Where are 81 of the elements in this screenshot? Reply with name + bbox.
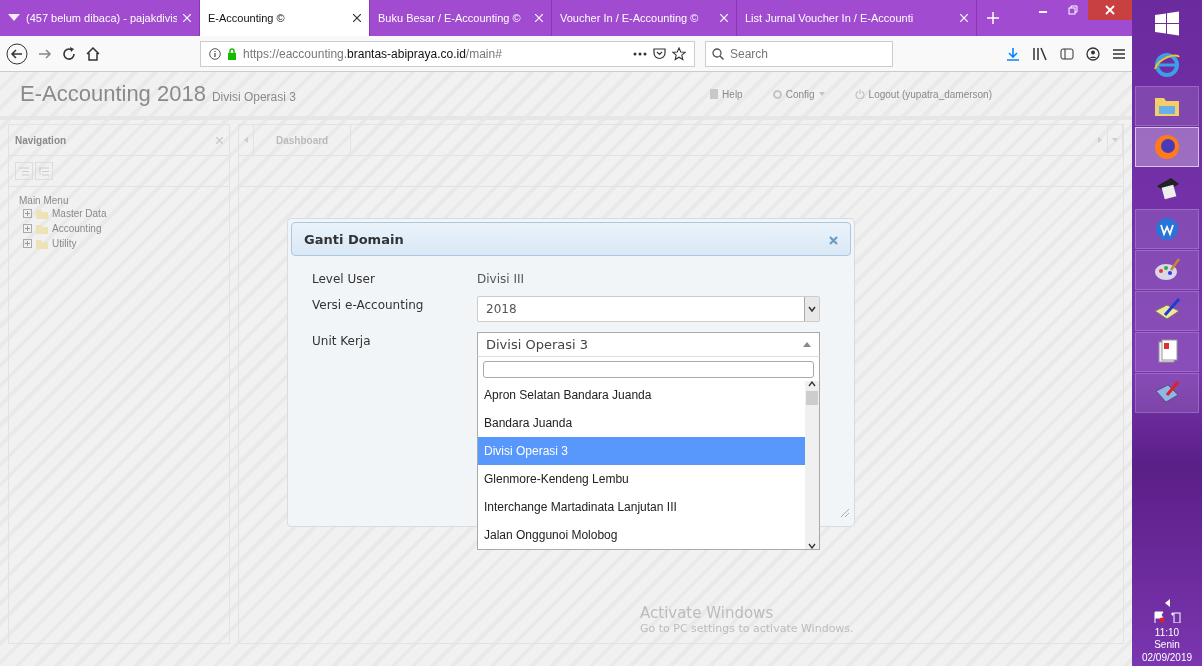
level-value: Divisi III (477, 271, 526, 286)
menu-icon[interactable] (1112, 47, 1126, 60)
restore-icon[interactable] (1068, 5, 1078, 15)
app-subtitle: Divisi Operasi 3 (211, 90, 296, 104)
gear-icon (772, 89, 782, 99)
header-menu-link[interactable]: Help (710, 88, 743, 100)
folder-icon (36, 223, 48, 234)
chevron-left-icon[interactable] (1164, 598, 1170, 607)
globe-icon[interactable] (1153, 133, 1181, 161)
e-letter-icon[interactable] (1153, 51, 1181, 79)
library-icon[interactable] (1032, 46, 1048, 61)
forward-icon[interactable] (38, 46, 52, 61)
home-icon[interactable] (86, 46, 100, 61)
field-label: Unit Kerja (312, 333, 372, 350)
plus-box-icon[interactable] (23, 209, 32, 218)
close-icon (720, 14, 728, 22)
w-badge-icon[interactable] (1153, 215, 1181, 243)
scrollbar-thumb[interactable] (806, 391, 818, 405)
close-icon (353, 14, 361, 22)
close-icon (183, 14, 191, 22)
more-icon[interactable] (633, 51, 647, 56)
dropdown-search-field[interactable] (483, 361, 814, 378)
field-label: Level User (312, 271, 376, 286)
panel-title: Navigation (15, 134, 67, 146)
resize-grip-icon (840, 508, 850, 518)
list-icon (39, 166, 49, 176)
pocket-icon[interactable] (653, 47, 666, 60)
field-label: Versi e-Accounting (312, 297, 425, 314)
clock-day: Senin (1141, 639, 1193, 652)
dropdown-option[interactable]: Apron Selatan Bandara Juanda (478, 381, 805, 409)
account-icon[interactable] (1086, 46, 1100, 61)
dialog-title: Ganti Domain (304, 231, 404, 247)
dropdown-option[interactable]: Bandara Juanda (478, 409, 805, 437)
folder-icon (36, 238, 48, 249)
caret-down-icon (818, 92, 825, 96)
header-menu-link[interactable]: Config (772, 88, 825, 100)
close-icon[interactable] (829, 235, 838, 245)
battery-icon[interactable] (1171, 610, 1181, 623)
sidebar-icon[interactable] (1060, 47, 1074, 60)
chevron-up-icon (808, 381, 816, 387)
chevron-down-icon (808, 543, 816, 549)
browser-tab[interactable]: E-Accounting © (200, 0, 370, 36)
search-icon (712, 47, 724, 60)
unit-combo[interactable]: Divisi Operasi 3 (477, 332, 820, 357)
power-icon (854, 89, 865, 99)
star-icon[interactable] (672, 46, 686, 61)
version-select[interactable]: 2018 (477, 296, 820, 322)
flag-icon[interactable] (1153, 610, 1165, 623)
taskbar-clock[interactable]: 11:10 Senin 02/09/2019 (1141, 626, 1193, 664)
document-icon (710, 89, 719, 99)
close-icon (535, 14, 543, 22)
lock-icon (227, 47, 237, 60)
clock-time: 11:10 (1153, 626, 1181, 639)
tree-item[interactable]: Utility (19, 236, 219, 251)
address-bar[interactable]: https://eaccounting.brantas-abipraya.co.id/main# (200, 40, 695, 67)
close-icon (960, 14, 968, 22)
list-icon (19, 166, 29, 176)
dropdown-option[interactable]: Divisi Operasi 3 (478, 437, 805, 465)
info-icon (209, 47, 221, 60)
reload-icon[interactable] (62, 46, 76, 61)
menu-heading: Main Menu (19, 195, 70, 206)
folder-icon (36, 208, 48, 219)
scrollbar[interactable] (805, 381, 819, 549)
plus-box-icon[interactable] (23, 224, 32, 233)
app-title: E-Accounting 2018 (20, 81, 206, 107)
chevron-down-icon (808, 306, 816, 312)
back-icon[interactable] (6, 42, 28, 65)
windows-logo-icon[interactable] (1153, 10, 1181, 38)
dropdown-option[interactable]: Interchange Martadinata Lanjutan III (478, 493, 805, 521)
plus-box-icon[interactable] (23, 239, 32, 248)
dropdown-option[interactable]: Glenmore-Kendeng Lembu (478, 465, 805, 493)
dropdown-option[interactable]: Jalan Onggunoi Molobog (478, 521, 805, 549)
download-icon[interactable] (1006, 46, 1020, 61)
search-field[interactable]: Search (705, 40, 893, 67)
envelope-icon (8, 14, 20, 22)
tree-item[interactable]: Accounting (19, 221, 219, 236)
clock-date: 02/09/2019 (1141, 651, 1193, 664)
tree-item[interactable]: Master Data (19, 206, 219, 221)
plus-icon[interactable] (987, 12, 999, 24)
caret-up-icon (803, 342, 811, 347)
header-menu-link[interactable]: Logout (yupatra_damerson) (854, 88, 992, 100)
